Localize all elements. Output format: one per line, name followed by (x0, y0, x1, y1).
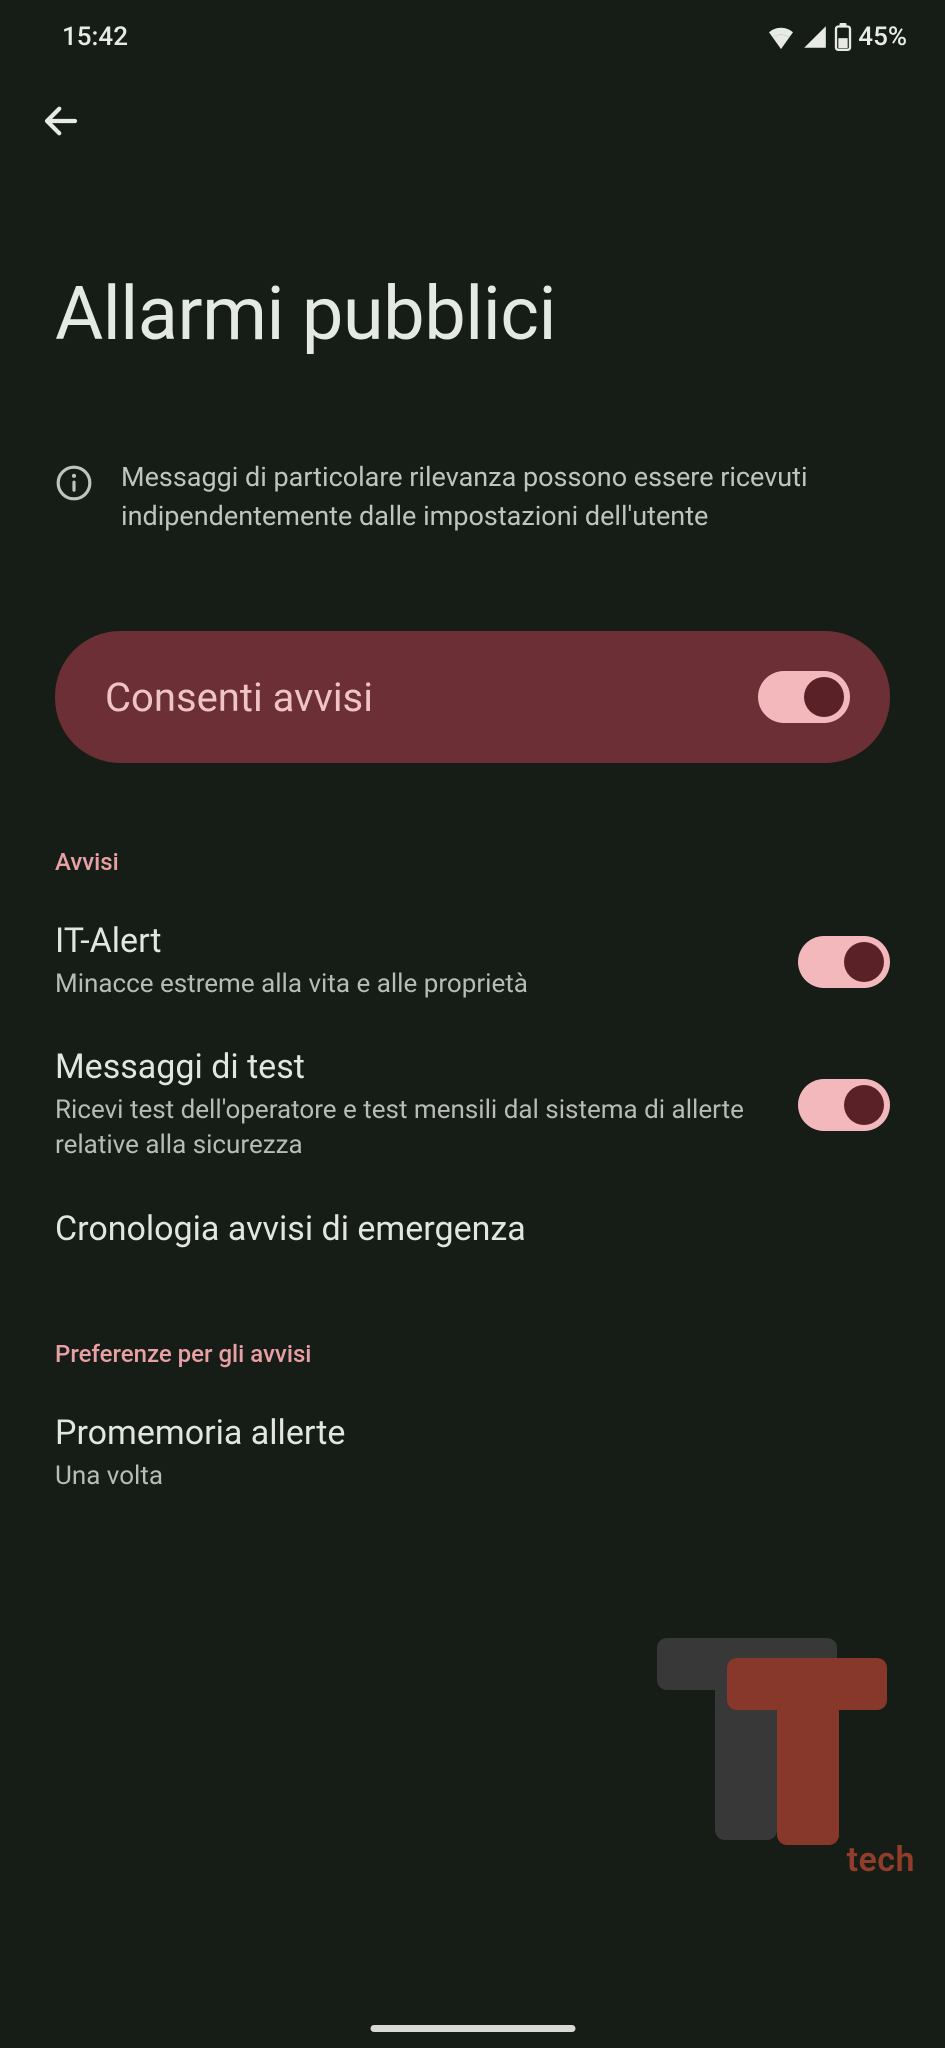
section-header-preferenze: Preferenze per gli avvisi (0, 1255, 945, 1368)
status-right-cluster: 45% (766, 22, 907, 52)
item-title: Cronologia avvisi di emergenza (55, 1209, 860, 1249)
page-title: Allarmi pubblici (0, 146, 945, 358)
cell-signal-icon (802, 25, 828, 49)
setting-reminder[interactable]: Promemoria allerte Una volta (0, 1368, 945, 1494)
watermark-text: tech (847, 1840, 915, 1880)
item-subtitle: Minacce estreme alla vita e alle proprie… (55, 967, 768, 1002)
battery-percent: 45% (858, 22, 907, 52)
watermark: tech (657, 1638, 897, 1848)
item-title: IT-Alert (55, 921, 768, 961)
battery-icon (834, 23, 852, 51)
setting-it-alert[interactable]: IT-Alert Minacce estreme alla vita e all… (0, 876, 945, 1002)
allow-alerts-switch[interactable] (758, 671, 850, 723)
info-icon (55, 464, 93, 506)
wifi-icon (766, 25, 796, 49)
setting-test-messages[interactable]: Messaggi di test Ricevi test dell'operat… (0, 1002, 945, 1163)
allow-alerts-toggle[interactable]: Consenti avvisi (55, 631, 890, 763)
status-time: 15:42 (62, 22, 128, 52)
status-bar: 15:42 45% (0, 0, 945, 62)
info-text: Messaggi di particolare rilevanza posson… (121, 458, 890, 536)
arrow-left-icon (40, 100, 82, 142)
setting-alert-history[interactable]: Cronologia avvisi di emergenza (0, 1164, 945, 1255)
test-messages-switch[interactable] (798, 1079, 890, 1131)
item-title: Promemoria allerte (55, 1413, 860, 1453)
item-title: Messaggi di test (55, 1047, 768, 1087)
section-header-avvisi: Avvisi (0, 763, 945, 876)
back-button[interactable] (40, 100, 82, 142)
allow-alerts-label: Consenti avvisi (105, 674, 373, 721)
it-alert-switch[interactable] (798, 936, 890, 988)
item-subtitle: Una volta (55, 1459, 860, 1494)
nav-handle[interactable] (370, 2025, 575, 2032)
info-banner: Messaggi di particolare rilevanza posson… (0, 358, 945, 536)
item-subtitle: Ricevi test dell'operatore e test mensil… (55, 1093, 768, 1163)
